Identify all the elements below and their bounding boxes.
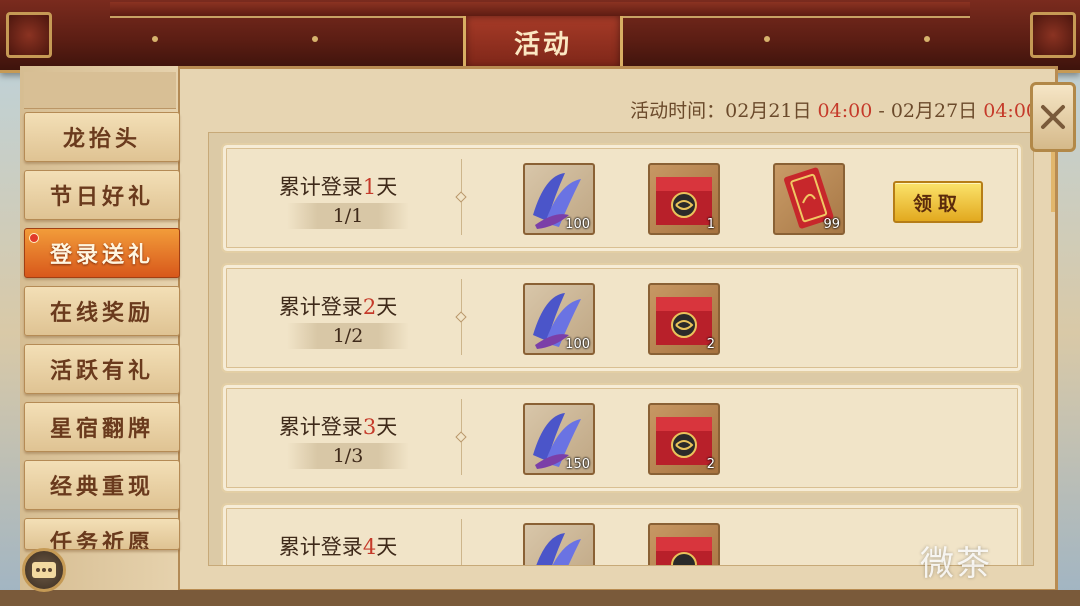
sidebar-header — [24, 72, 176, 109]
sidebar-item-star-flip[interactable]: 星宿翻牌 — [24, 402, 180, 452]
tassel-decoration — [1051, 152, 1055, 212]
reward-item[interactable]: 2 — [648, 283, 720, 355]
divider-diamond — [455, 191, 467, 203]
progress-text: 1/2 — [287, 323, 409, 349]
event-time-label: 活动时间： — [630, 100, 726, 122]
sidebar-item-classic-return[interactable]: 经典重现 — [24, 460, 180, 510]
chat-bubble-icon — [32, 562, 56, 578]
reward-item[interactable]: 1 — [648, 163, 720, 235]
close-lantern — [1030, 72, 1078, 212]
requirement-suffix: 天 — [376, 535, 398, 559]
reward-item[interactable] — [523, 523, 595, 565]
sidebar-item-label: 活跃有礼 — [49, 358, 154, 384]
requirement-day: 3 — [362, 415, 377, 439]
sidebar-item-task-wish[interactable]: 任务祈愿 — [24, 518, 180, 550]
reward-item[interactable]: 100 — [523, 283, 595, 355]
reward-item[interactable]: 99 — [773, 163, 845, 235]
divider-diamond — [455, 311, 467, 323]
requirement-prefix: 累计登录 — [278, 295, 363, 319]
stud-decoration — [764, 36, 770, 42]
reward-list[interactable]: 累计登录1天 1/1 100 1 99 领取 累计登录2天 1/2 100 2 — [208, 132, 1034, 566]
progress-text: 1/1 — [287, 203, 409, 229]
divider-diamond — [455, 431, 467, 443]
event-start-time: 04:00 — [817, 100, 873, 122]
reward-row: 累计登录2天 1/2 100 2 — [221, 263, 1023, 373]
sidebar-item-label: 节日好礼 — [49, 184, 154, 210]
event-time: 活动时间：02月21日 04:00 - 02月27日 04:00 — [630, 96, 1038, 123]
close-icon — [1041, 105, 1065, 129]
item-quantity: 150 — [565, 457, 590, 472]
login-requirement: 累计登录1天 — [263, 171, 413, 201]
event-end-date: 02月27日 — [890, 100, 978, 122]
reward-row: 累计登录1天 1/1 100 1 99 领取 — [221, 143, 1023, 253]
reward-row: 累计登录3天 1/3 150 2 — [221, 383, 1023, 493]
login-requirement: 累计登录3天 — [263, 411, 413, 441]
close-button[interactable] — [1030, 82, 1076, 152]
sidebar-item-label: 任务祈愿 — [49, 530, 154, 550]
notification-dot — [29, 233, 39, 243]
login-requirement: 累计登录2天 — [263, 291, 413, 321]
requirement-suffix: 天 — [376, 295, 398, 319]
sidebar-item-dragon-head[interactable]: 龙抬头 — [24, 112, 180, 162]
reward-item[interactable]: 150 — [523, 403, 595, 475]
progress-text: 1/3 — [287, 443, 409, 469]
requirement-day: 4 — [362, 535, 377, 559]
item-quantity: 99 — [823, 217, 840, 232]
bottom-frame — [0, 590, 1080, 606]
requirement-suffix: 天 — [376, 175, 398, 199]
requirement-prefix: 累计登录 — [278, 535, 363, 559]
item-quantity: 1 — [706, 217, 715, 232]
divider — [461, 519, 462, 565]
item-quantity: 2 — [706, 457, 715, 472]
event-start-date: 02月21日 — [725, 100, 812, 122]
feather-icon — [536, 533, 581, 565]
reward-item[interactable]: 2 — [648, 403, 720, 475]
chat-button[interactable] — [22, 548, 66, 592]
reward-row: 累计登录4天 — [221, 503, 1023, 565]
sidebar-item-label: 龙抬头 — [62, 126, 141, 152]
requirement-prefix: 累计登录 — [278, 175, 363, 199]
requirement-day: 2 — [362, 295, 377, 319]
sidebar-item-festival-gifts[interactable]: 节日好礼 — [24, 170, 180, 220]
item-quantity: 100 — [565, 337, 590, 352]
claim-button[interactable]: 领取 — [893, 181, 983, 223]
reward-item[interactable]: 100 — [523, 163, 595, 235]
requirement-prefix: 累计登录 — [278, 415, 363, 439]
sidebar-item-label: 登录送礼 — [49, 242, 154, 268]
sidebar-item-label: 星宿翻牌 — [49, 416, 154, 442]
window-title: 活动 — [463, 16, 623, 71]
sidebar-item-login-gifts[interactable]: 登录送礼 — [24, 228, 180, 278]
corner-ornament — [6, 12, 52, 58]
sidebar-item-label: 在线奖励 — [49, 300, 154, 326]
item-quantity: 100 — [565, 217, 590, 232]
stud-decoration — [924, 36, 930, 42]
requirement-suffix: 天 — [376, 415, 398, 439]
stud-decoration — [312, 36, 318, 42]
dragon-box-icon — [656, 537, 712, 565]
corner-ornament — [1030, 12, 1076, 58]
requirement-day: 1 — [362, 175, 377, 199]
item-quantity: 2 — [706, 337, 715, 352]
sidebar-item-label: 经典重现 — [49, 474, 154, 500]
stud-decoration — [152, 36, 158, 42]
login-requirement: 累计登录4天 — [263, 531, 413, 561]
reward-item[interactable] — [648, 523, 720, 565]
sidebar-item-online-rewards[interactable]: 在线奖励 — [24, 286, 180, 336]
watermark: 微茶 — [920, 544, 992, 584]
sidebar-item-activity-gifts[interactable]: 活跃有礼 — [24, 344, 180, 394]
event-time-separator: - — [878, 100, 885, 122]
